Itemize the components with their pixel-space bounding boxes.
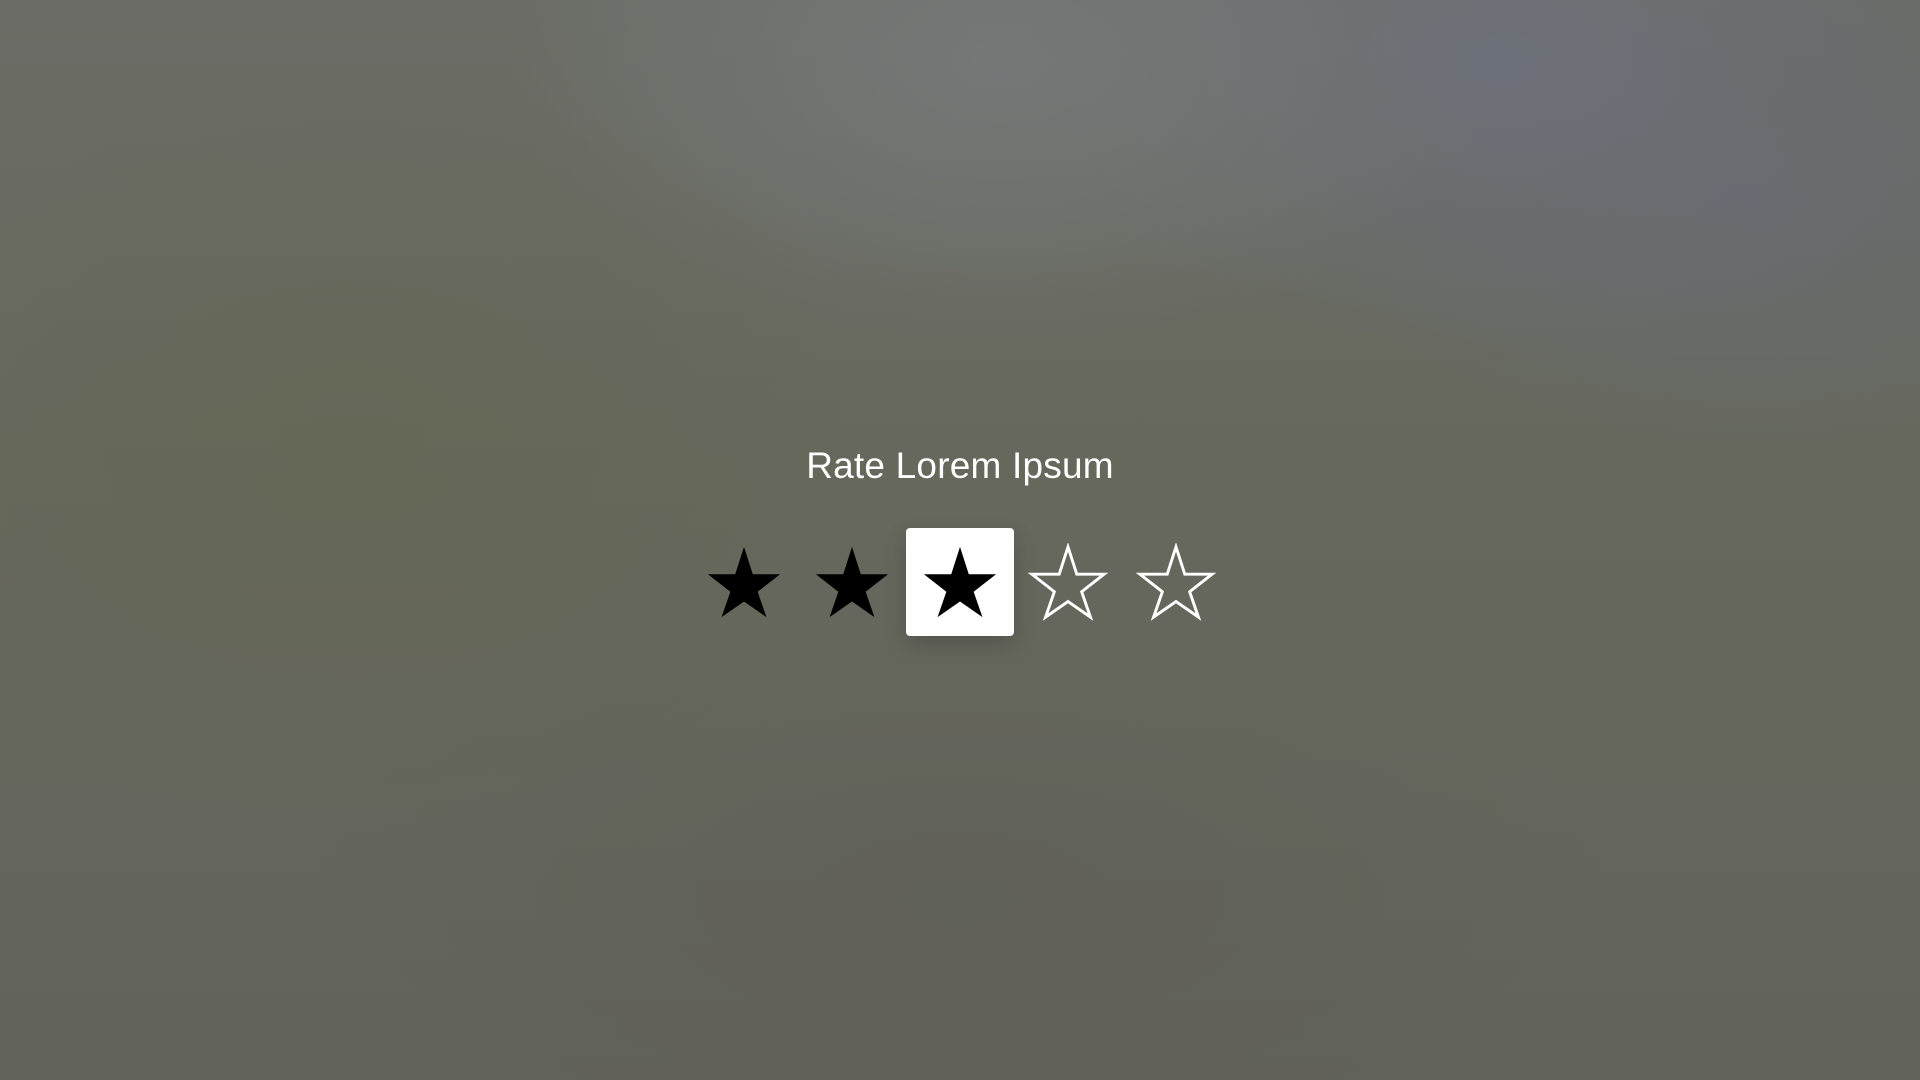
star-filled-icon bbox=[919, 543, 1001, 621]
star-filled-icon bbox=[703, 543, 785, 621]
dialog-title: Rate Lorem Ipsum bbox=[806, 445, 1114, 486]
star-rating-control bbox=[690, 528, 1230, 636]
star-button-5[interactable] bbox=[1122, 528, 1230, 636]
star-filled-icon bbox=[811, 543, 893, 621]
star-button-3[interactable] bbox=[906, 528, 1014, 636]
star-outline-icon bbox=[1027, 543, 1109, 621]
star-button-2[interactable] bbox=[798, 528, 906, 636]
star-button-4[interactable] bbox=[1014, 528, 1122, 636]
rating-dialog: Rate Lorem Ipsum bbox=[0, 0, 1920, 1080]
star-button-1[interactable] bbox=[690, 528, 798, 636]
star-outline-icon bbox=[1135, 543, 1217, 621]
